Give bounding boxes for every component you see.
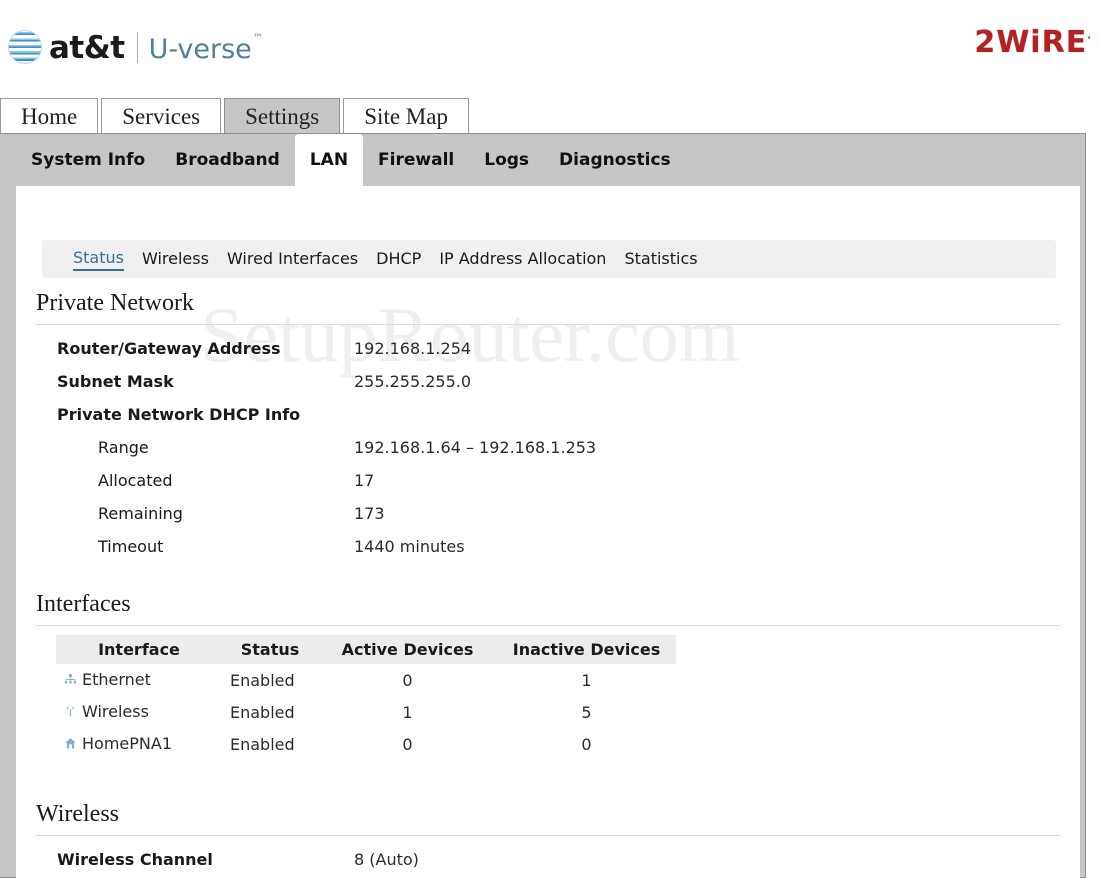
wireless-section: Wireless Wireless Channel 8 (Auto) — [36, 801, 1060, 876]
secondary-tab-broadband[interactable]: Broadband — [160, 134, 295, 186]
info-value: 255.255.255.0 — [354, 372, 472, 391]
primary-tab-settings[interactable]: Settings — [224, 98, 341, 134]
ethernet-icon — [64, 674, 77, 684]
interface-name: HomePNA1 — [64, 734, 172, 753]
info-row: Range 192.168.1.64 – 192.168.1.253 — [36, 438, 1060, 471]
table-row: Wireless Enabled 1 5 — [56, 696, 676, 728]
info-row: Remaining 173 — [36, 504, 1060, 537]
secondary-tab-system-info[interactable]: System Info — [16, 134, 160, 186]
column-header-inactive-devices: Inactive Devices — [497, 635, 676, 664]
interfaces-table-body: Ethernet Enabled 0 1 Wireless Enabled 1 5 HomePN… — [56, 664, 676, 760]
info-row: Private Network DHCP Info — [36, 405, 1060, 438]
cell-active-devices: 0 — [402, 670, 413, 690]
interfaces-title: Interfaces — [36, 591, 131, 617]
cell-inactive-devices: 0 — [581, 734, 592, 754]
uverse-trademark-icon: ™ — [252, 32, 263, 44]
info-value: 192.168.1.254 — [354, 339, 472, 358]
column-header-interface: Interface — [56, 635, 222, 664]
table-row: HomePNA1 Enabled 0 0 — [56, 728, 676, 760]
info-label: Allocated — [98, 471, 173, 490]
primary-tab-services[interactable]: Services — [101, 98, 222, 134]
interface-name: Wireless — [64, 702, 149, 721]
info-label: Remaining — [98, 504, 183, 523]
cell-status: Enabled — [230, 670, 295, 690]
lan-subnav: Status Wireless Wired Interfaces DHCP IP Add… — [42, 240, 1056, 278]
info-label: Subnet Mask — [57, 372, 174, 391]
interface-label: Ethernet — [82, 670, 151, 689]
subnav-item-dhcp[interactable]: DHCP — [376, 249, 421, 270]
cell-interface: HomePNA1 — [56, 728, 222, 760]
subnav-item-ip-address-allocation[interactable]: IP Address Allocation — [439, 249, 606, 270]
interfaces-table: Interface Status Active Devices Inactive… — [56, 635, 676, 760]
cell-interface: Wireless — [56, 696, 222, 728]
section-divider — [36, 324, 1060, 325]
info-value: 173 — [354, 504, 385, 523]
secondary-tab-firewall[interactable]: Firewall — [363, 134, 469, 186]
section-divider — [36, 625, 1060, 626]
interfaces-section: Interfaces Interface Status Active Devic… — [36, 591, 1060, 760]
table-row: Ethernet Enabled 0 1 — [56, 664, 676, 696]
secondary-tab-diagnostics[interactable]: Diagnostics — [544, 134, 686, 186]
twowire-vendor-logo: 2WiRE· — [974, 25, 1092, 60]
wireless-title: Wireless — [36, 801, 120, 827]
logo-divider — [136, 31, 138, 63]
att-wordmark: at&t — [49, 29, 125, 66]
att-uverse-logo: at&t U-verse™ — [8, 27, 263, 67]
twowire-wordmark: 2WiRE — [974, 25, 1088, 60]
info-value: 1440 minutes — [354, 537, 465, 556]
cell-status: Enabled — [230, 702, 295, 722]
private-network-section: Private Network Router/Gateway Address 19… — [36, 290, 1060, 570]
info-label: Wireless Channel — [57, 850, 213, 869]
private-network-rows: Router/Gateway Address 192.168.1.254 Subne… — [36, 339, 1060, 570]
subnav-item-status[interactable]: Status — [73, 248, 124, 271]
info-label: Range — [98, 438, 149, 457]
cell-active-devices: 0 — [402, 734, 413, 754]
cell-status: Enabled — [230, 734, 295, 754]
secondary-tab-bar: System Info Broadband LAN Firewall Logs Diagn… — [16, 134, 686, 186]
primary-tab-bar: Home Services Settings Site Map — [0, 96, 1100, 134]
cell-inactive-devices: 5 — [581, 702, 592, 722]
info-row: Wireless Channel 8 (Auto) — [36, 850, 1060, 876]
settings-panel: System Info Broadband LAN Firewall Logs Diagn… — [0, 133, 1086, 879]
att-globe-icon — [8, 30, 42, 64]
wireless-rows: Wireless Channel 8 (Auto) — [36, 850, 1060, 876]
cell-inactive-devices: 1 — [581, 670, 592, 690]
table-header-row: Interface Status Active Devices Inactive… — [56, 635, 676, 664]
primary-tab-site-map[interactable]: Site Map — [343, 98, 469, 134]
info-value: 192.168.1.64 – 192.168.1.253 — [354, 438, 597, 457]
interface-name: Ethernet — [64, 670, 151, 689]
info-row: Timeout 1440 minutes — [36, 537, 1060, 570]
cell-interface: Ethernet — [56, 664, 222, 696]
cell-active-devices: 1 — [402, 702, 413, 722]
column-header-active-devices: Active Devices — [318, 635, 497, 664]
lan-status-content-panel: SetupRouter.com Status Wireless Wired Inte… — [16, 186, 1080, 879]
uverse-wordmark: U-verse™ — [148, 32, 263, 65]
private-network-title: Private Network — [36, 290, 194, 316]
subnav-item-statistics[interactable]: Statistics — [624, 249, 697, 270]
interface-label: HomePNA1 — [82, 734, 172, 753]
subnav-item-wireless[interactable]: Wireless — [142, 249, 209, 270]
info-label: Timeout — [98, 537, 164, 556]
info-row: Allocated 17 — [36, 471, 1060, 504]
column-header-status: Status — [222, 635, 318, 664]
uverse-label: U-verse — [148, 33, 252, 65]
primary-tab-home[interactable]: Home — [0, 98, 99, 134]
secondary-tab-lan[interactable]: LAN — [294, 134, 364, 186]
wireless-icon — [66, 706, 75, 717]
info-row: Router/Gateway Address 192.168.1.254 — [36, 339, 1060, 372]
interfaces-table-head: Interface Status Active Devices Inactive… — [56, 635, 676, 664]
homepna-icon — [65, 738, 76, 749]
info-label: Private Network DHCP Info — [57, 405, 301, 424]
info-value: 8 (Auto) — [354, 850, 419, 869]
secondary-tab-logs[interactable]: Logs — [469, 134, 544, 186]
section-divider — [36, 835, 1060, 836]
info-row: Subnet Mask 255.255.255.0 — [36, 372, 1060, 405]
interface-label: Wireless — [82, 702, 149, 721]
info-label: Router/Gateway Address — [57, 339, 281, 358]
info-value: 17 — [354, 471, 375, 490]
subnav-item-wired-interfaces[interactable]: Wired Interfaces — [227, 249, 358, 270]
twowire-trademark-icon: · — [1087, 33, 1092, 44]
brand-header: at&t U-verse™ 2WiRE· — [0, 0, 1100, 92]
